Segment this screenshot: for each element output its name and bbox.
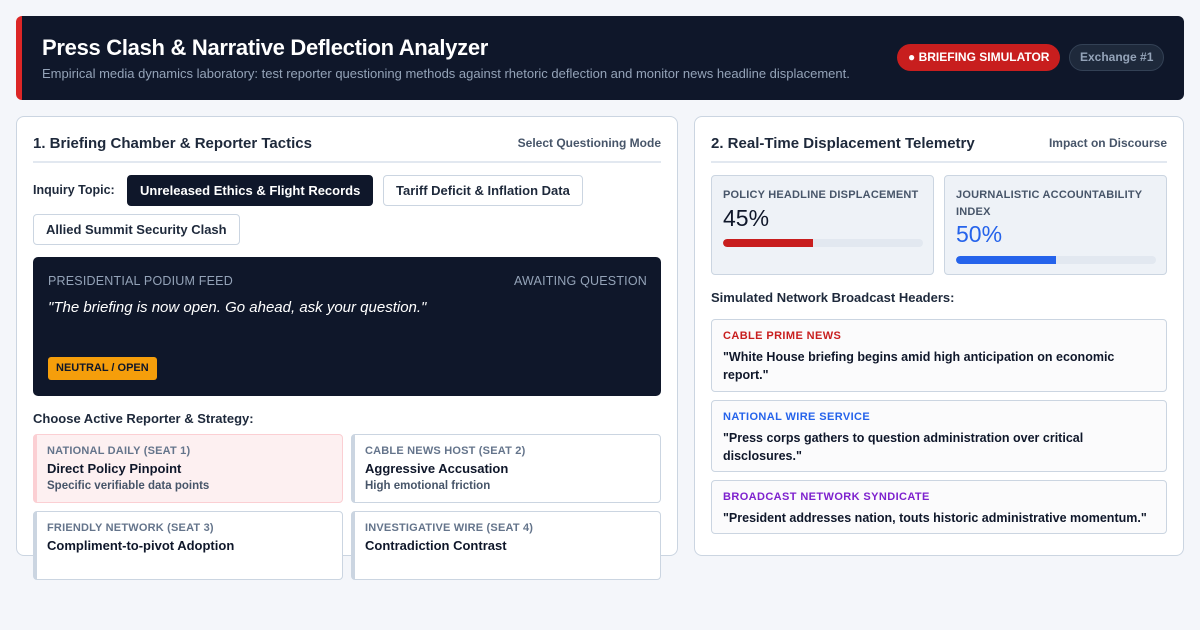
reporter-strategy: Compliment-to-pivot Adoption xyxy=(47,538,235,553)
app-header: Press Clash & Narrative Deflection Analy… xyxy=(16,16,1184,100)
briefing-chamber-panel: 1. Briefing Chamber & Reporter Tactics S… xyxy=(16,116,678,580)
broadcast-network: BROADCAST NETWORK SYNDICATE xyxy=(723,491,930,503)
reporter-seat: CABLE NEWS HOST (SEAT 2) xyxy=(365,445,526,457)
panel-meta: Impact on Discourse xyxy=(1048,136,1167,150)
metric-progress-fill xyxy=(723,239,813,247)
reporter-strategy: Contradiction Contrast xyxy=(365,538,507,553)
metric-progress-bar xyxy=(723,239,923,247)
reporter-seat: NATIONAL DAILY (SEAT 1) xyxy=(47,445,191,457)
displacement-telemetry-panel: 2. Real-Time Displacement Telemetry Impa… xyxy=(694,116,1184,556)
broadcast-card: NATIONAL WIRE SERVICE "Press corps gathe… xyxy=(711,400,1167,472)
broadcast-network: CABLE PRIME NEWS xyxy=(723,330,842,342)
topic-button-tariff-deficit[interactable]: Tariff Deficit & Inflation Data xyxy=(383,175,583,206)
metric-value: 45% xyxy=(723,205,770,231)
reporter-card-seat-1[interactable]: NATIONAL DAILY (SEAT 1) Direct Policy Pi… xyxy=(33,434,343,503)
broadcast-network: NATIONAL WIRE SERVICE xyxy=(723,411,871,423)
panel-title: 1. Briefing Chamber & Reporter Tactics xyxy=(33,135,312,152)
reporter-seat: INVESTIGATIVE WIRE (SEAT 4) xyxy=(365,522,534,534)
topic-button-ethics-flight-records[interactable]: Unreleased Ethics & Flight Records xyxy=(127,175,374,206)
broadcast-headline: "President addresses nation, touts histo… xyxy=(723,511,1147,525)
metric-value: 50% xyxy=(956,221,1003,247)
podium-state: AWAITING QUESTION xyxy=(513,274,647,288)
broadcast-headline: "White House briefing begins amid high a… xyxy=(723,350,1115,382)
panel-meta: Select Questioning Mode xyxy=(517,136,661,150)
metric-accountability-index: JOURNALISTIC ACCOUNTABILITY INDEX 50% xyxy=(944,175,1167,275)
reporter-card-seat-3[interactable]: FRIENDLY NETWORK (SEAT 3) Compliment-to-… xyxy=(33,511,343,580)
metric-progress-bar xyxy=(956,256,1156,264)
exchange-counter-badge: Exchange #1 xyxy=(1069,44,1165,71)
reporter-strategy-label: Choose Active Reporter & Strategy: xyxy=(33,411,254,426)
metric-label: JOURNALISTIC ACCOUNTABILITY INDEX xyxy=(956,189,1143,218)
briefing-simulator-badge: ● BRIEFING SIMULATOR xyxy=(897,44,1061,71)
topic-button-allied-summit[interactable]: Allied Summit Security Clash xyxy=(33,214,240,245)
broadcast-headers-label: Simulated Network Broadcast Headers: xyxy=(711,290,955,305)
reporter-strategy: Direct Policy Pinpoint xyxy=(47,461,182,476)
reporter-description: High emotional friction xyxy=(365,480,491,492)
reporter-card-seat-4[interactable]: INVESTIGATIVE WIRE (SEAT 4) Contradictio… xyxy=(351,511,661,580)
reporter-card-seat-2[interactable]: CABLE NEWS HOST (SEAT 2) Aggressive Accu… xyxy=(351,434,661,503)
metric-label: POLICY HEADLINE DISPLACEMENT xyxy=(723,189,919,201)
presidential-podium-feed: PRESIDENTIAL PODIUM FEED AWAITING QUESTI… xyxy=(33,257,661,396)
broadcast-headline: "Press corps gathers to question adminis… xyxy=(723,431,1084,463)
podium-quote: "The briefing is now open. Go ahead, ask… xyxy=(48,299,427,316)
panel-header: 2. Real-Time Displacement Telemetry Impa… xyxy=(711,117,1167,163)
podium-feed-label: PRESIDENTIAL PODIUM FEED xyxy=(48,274,233,288)
app-subtitle: Empirical media dynamics laboratory: tes… xyxy=(42,66,850,81)
metric-progress-fill xyxy=(956,256,1056,264)
broadcast-card: CABLE PRIME NEWS "White House briefing b… xyxy=(711,319,1167,392)
reporter-description: Specific verifiable data points xyxy=(47,480,210,492)
app-title: Press Clash & Narrative Deflection Analy… xyxy=(42,35,489,60)
tone-badge: NEUTRAL / OPEN xyxy=(48,357,157,380)
panel-title: 2. Real-Time Displacement Telemetry xyxy=(711,135,975,152)
inquiry-topic-label: Inquiry Topic: xyxy=(33,183,115,197)
broadcast-card: BROADCAST NETWORK SYNDICATE "President a… xyxy=(711,480,1167,534)
panel-header: 1. Briefing Chamber & Reporter Tactics S… xyxy=(33,117,661,163)
metric-headline-displacement: POLICY HEADLINE DISPLACEMENT 45% xyxy=(711,175,934,275)
reporter-strategy: Aggressive Accusation xyxy=(365,461,509,476)
reporter-seat: FRIENDLY NETWORK (SEAT 3) xyxy=(47,522,214,534)
